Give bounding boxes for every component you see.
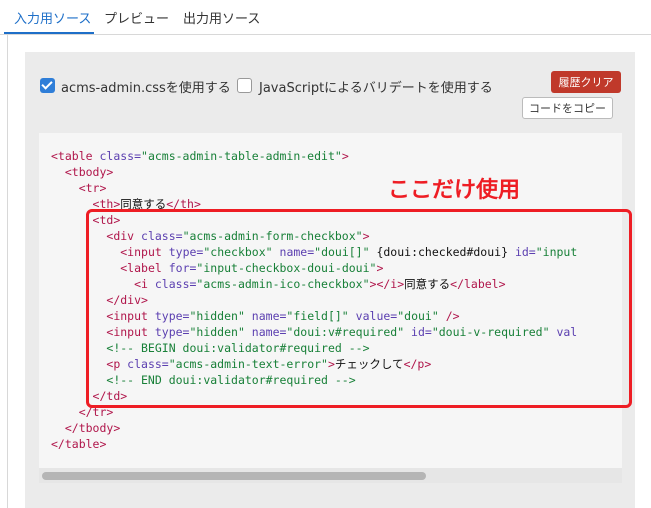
js-validation-label[interactable]: JavaScriptによるバリデートを使用する [259, 77, 493, 96]
code-line: </table> [51, 436, 577, 452]
code-token: class= [99, 149, 142, 163]
admin-css-label[interactable]: acms-admin.cssを使用する [61, 77, 231, 96]
annotation-text: ここだけ使用 [388, 178, 521, 203]
admin-css-checkbox[interactable] [40, 78, 55, 93]
js-validation-checkbox[interactable] [237, 78, 252, 93]
tab-input-source[interactable]: 入力用ソース [14, 8, 91, 27]
code-token: <tr> [78, 181, 107, 195]
code-token: "acms-admin-table-admin-edit" [141, 149, 342, 163]
highlight-box [86, 209, 632, 408]
copy-code-button[interactable]: コードをコピー [522, 97, 613, 119]
tab-bar: 入力用ソース プレビュー 出力用ソース [0, 0, 651, 35]
code-token: </tbody> [64, 421, 121, 435]
scrollbar-thumb[interactable] [42, 472, 426, 480]
code-token: </table> [51, 437, 107, 451]
code-token: <tbody> [64, 165, 114, 179]
code-line: </tbody> [51, 420, 577, 436]
tab-output-source[interactable]: 出力用ソース [183, 8, 260, 27]
code-token: > [341, 149, 349, 163]
code-token: <table [51, 149, 100, 163]
code-line: <table class="acms-admin-table-admin-edi… [51, 148, 577, 164]
history-clear-button[interactable]: 履歴クリア [551, 71, 621, 93]
tab-preview[interactable]: プレビュー [104, 8, 169, 27]
